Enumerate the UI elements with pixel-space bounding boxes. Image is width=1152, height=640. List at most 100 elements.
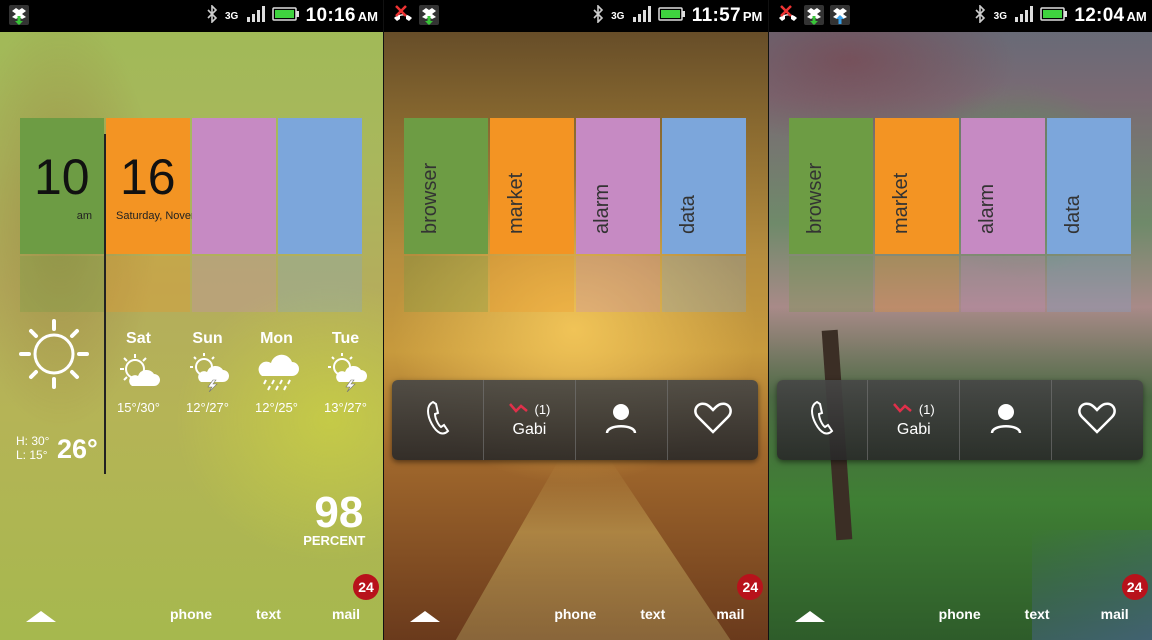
browser-tile[interactable]: browser: [404, 118, 489, 254]
mail-shortcut[interactable]: mail: [332, 606, 360, 622]
thunderstorm-sun-icon: [173, 352, 242, 396]
home-screen-clock-weather: 3G 10:16 AM 10 am 16 Saturday, November 1…: [0, 0, 384, 640]
dock-contacts[interactable]: [576, 380, 668, 460]
phone-shortcut[interactable]: phone: [939, 606, 981, 622]
data-tile[interactable]: data: [1046, 118, 1131, 254]
battery-percent-label: PERCENT: [303, 533, 366, 548]
dock-missed-call[interactable]: (1) Gabi: [868, 380, 961, 460]
mail-shortcut[interactable]: mail: [716, 606, 744, 622]
weather-divider: [104, 134, 106, 474]
tile-label: alarm: [975, 183, 998, 234]
thunderstorm-sun-icon: [311, 352, 380, 396]
forecast-temps: 15°/30°: [117, 400, 160, 415]
missed-call-icon: [392, 4, 414, 31]
bluetooth-icon: [592, 3, 604, 28]
hour-tile[interactable]: 10 am: [20, 118, 104, 254]
phone-shortcut[interactable]: phone: [170, 606, 212, 622]
dropbox-icon: [803, 4, 825, 31]
status-bar: 3G 12:04 AM: [768, 0, 1152, 32]
status-time: 10:16 AM: [305, 5, 378, 26]
text-shortcut[interactable]: text: [640, 606, 665, 622]
mail-unread-badge: 24: [1121, 574, 1148, 600]
tile-label: browser: [419, 162, 442, 234]
tile-label: market: [505, 172, 528, 234]
person-icon: [989, 401, 1023, 440]
battery-icon: [271, 6, 300, 26]
clock-tiles: 10 am 16 Saturday, November 13 (45): [20, 118, 362, 254]
screenshot-collage: 3G 10:16 AM 10 am 16 Saturday, November 1…: [0, 0, 1152, 640]
app-drawer-arrow-icon[interactable]: [410, 611, 441, 622]
network-type-3g: 3G: [993, 10, 1007, 22]
tile-label: market: [889, 172, 912, 234]
forecast-day-name: Mon: [260, 330, 293, 347]
missed-call-count: (1): [534, 401, 551, 417]
mail-shortcut[interactable]: mail: [1101, 606, 1129, 622]
dock-phone[interactable]: [777, 380, 869, 460]
text-shortcut[interactable]: text: [1025, 606, 1050, 622]
missed-call-icon: [777, 4, 799, 31]
dock-missed-call[interactable]: (1) Gabi: [484, 380, 576, 460]
blue-tile[interactable]: [278, 118, 362, 254]
app-drawer-arrow-icon[interactable]: [26, 611, 56, 622]
app-tiles: browser market alarm data: [788, 118, 1131, 254]
battery-icon: [658, 6, 686, 26]
clock-minute: 16: [120, 149, 176, 205]
dropbox-upload-icon: [829, 4, 851, 31]
high-low-temps: H: 30° L: 15°: [16, 434, 49, 462]
forecast-day: Mon 12°/25°: [242, 330, 311, 415]
mail-unread-badge: 24: [737, 574, 764, 600]
person-icon: [604, 401, 638, 440]
tile-reflection: [788, 256, 1131, 312]
dock-phone[interactable]: [392, 380, 485, 460]
app-tiles: browser market alarm data: [404, 118, 747, 254]
dropbox-icon: [8, 4, 30, 31]
phone-shortcut[interactable]: phone: [554, 606, 596, 622]
tile-label: alarm: [591, 183, 614, 234]
signal-icon: [632, 5, 652, 27]
market-tile[interactable]: market: [874, 118, 959, 254]
bottom-bar: phone text mail 24: [769, 574, 1152, 640]
contact-name: Gabi: [512, 420, 547, 438]
tile-label: data: [1061, 195, 1084, 234]
battery-icon: [1040, 6, 1068, 26]
status-time: 11:57 PM: [691, 5, 763, 26]
forecast-day-name: Tue: [331, 330, 360, 347]
browser-tile[interactable]: browser: [788, 118, 873, 254]
dock-favorites[interactable]: [668, 380, 759, 460]
minute-tile[interactable]: 16 Saturday, November 13 (45): [106, 118, 254, 254]
signal-icon: [1014, 5, 1034, 27]
text-shortcut[interactable]: text: [256, 606, 281, 622]
alarm-tile[interactable]: alarm: [960, 118, 1045, 254]
dock-contacts[interactable]: [960, 380, 1052, 460]
bottom-bar: phone text mail 24: [384, 574, 767, 640]
low-temp: L: 15°: [16, 448, 48, 462]
app-drawer-arrow-icon[interactable]: [794, 611, 825, 622]
alarm-tile[interactable]: alarm: [576, 118, 661, 254]
clock-am: am: [76, 210, 92, 222]
status-time: 12:04 AM: [1074, 5, 1147, 26]
current-temp: 26°: [57, 434, 98, 464]
network-type-3g: 3G: [225, 10, 239, 22]
purple-tile[interactable]: [192, 118, 276, 254]
forecast-day-name: Sun: [192, 330, 223, 347]
home-screen-autumn: 3G 11:57 PM browser market alarm data (1)…: [383, 0, 768, 640]
missed-call-arrow-icon: [508, 402, 529, 417]
battery-percent-value: 98: [314, 488, 364, 537]
bluetooth-icon: [974, 3, 986, 28]
partly-cloudy-icon: [104, 352, 173, 396]
quick-dock: (1) Gabi: [392, 380, 759, 460]
forecast-temps: 13°/27°: [324, 400, 367, 415]
dock-favorites[interactable]: [1052, 380, 1143, 460]
dropbox-icon: [418, 4, 440, 31]
data-tile[interactable]: data: [662, 118, 747, 254]
status-bar: 3G 11:57 PM: [384, 0, 768, 32]
mail-unread-badge: 24: [353, 574, 379, 600]
market-tile[interactable]: market: [490, 118, 575, 254]
home-screen-tree: 3G 12:04 AM browser market alarm data (1)…: [767, 0, 1152, 640]
phone-handset-icon: [809, 400, 835, 441]
sun-icon: [18, 318, 90, 395]
contact-name: Gabi: [896, 420, 931, 438]
tile-reflection: [20, 256, 362, 312]
heart-icon: [1077, 401, 1117, 440]
forecast[interactable]: Sat 15°/30° Sun 12°/27° Mon 12°/25° Tue …: [104, 330, 380, 415]
